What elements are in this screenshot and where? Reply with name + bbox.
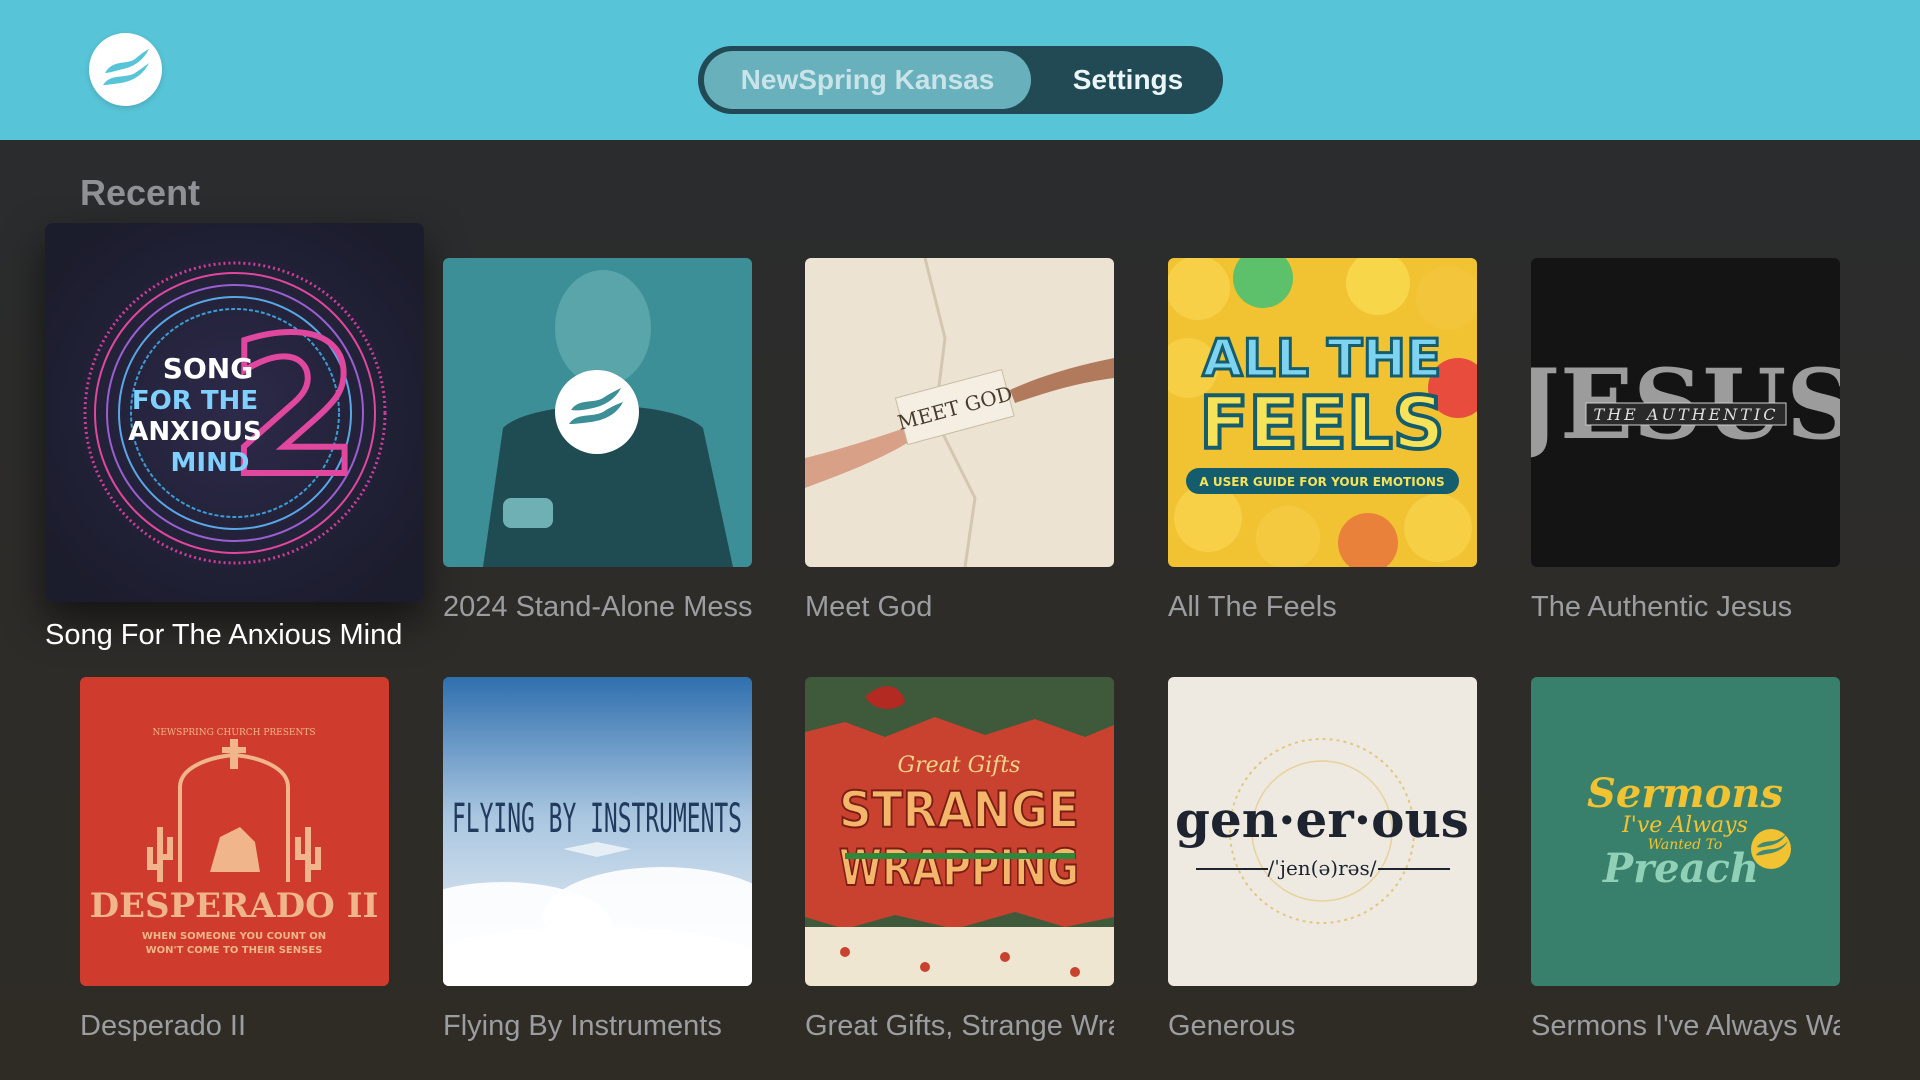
newspring-logo-icon — [555, 370, 639, 454]
series-artwork: 2 SONG FOR THE ANXIOUS MIND — [45, 223, 424, 602]
series-artwork: Great Gifts STRANGE WRAPPING — [805, 677, 1114, 986]
art-line: WRAPPING — [839, 839, 1079, 897]
series-title: Meet God — [805, 591, 933, 623]
top-bar: NewSpring Kansas Settings — [0, 0, 1920, 140]
newspring-logo-icon — [89, 33, 162, 106]
series-title: Sermons I've Always Wanted To Preach — [1531, 1010, 1840, 1042]
art-line: Preach — [1602, 845, 1759, 892]
series-title: 2024 Stand-Alone Messages — [443, 591, 752, 623]
art-line: STRANGE — [839, 781, 1079, 839]
series-artwork: NEWSPRING CHURCH PRESENTS DESPERADO II W… — [80, 677, 389, 986]
series-artwork — [443, 258, 752, 567]
art-line: ALL THE — [1202, 329, 1441, 389]
location-settings-switcher: NewSpring Kansas Settings — [698, 46, 1223, 114]
series-title: All The Feels — [1168, 591, 1337, 623]
art-line: I've Always — [1621, 813, 1748, 838]
series-artwork: FLYING BY INSTRUMENTS — [443, 677, 752, 986]
art-subtitle: WHEN SOMEONE YOU COUNT ON — [142, 931, 326, 942]
art-kicker: NEWSPRING CHURCH PRESENTS — [152, 728, 315, 738]
series-artwork: JESUS THE AUTHENTIC — [1531, 258, 1840, 567]
art-phonetic: /ˈjen(ə)rəs/ — [1268, 856, 1377, 880]
section-title: Recent — [80, 172, 201, 213]
art-line: SONG — [163, 352, 253, 385]
art-line: FEELS — [1199, 381, 1444, 465]
series-title: Great Gifts, Strange Wrapping — [805, 1010, 1114, 1042]
series-artwork: ALL THE FEELS A USER GUIDE FOR YOUR EMOT… — [1168, 258, 1477, 567]
art-line: MIND — [171, 448, 250, 478]
tab-newspring-kansas[interactable]: NewSpring Kansas — [704, 51, 1031, 109]
art-band: THE AUTHENTIC — [1594, 405, 1779, 424]
art-line: Sermons — [1587, 770, 1783, 817]
series-title: Desperado II — [80, 1010, 247, 1042]
series-title: Generous — [1168, 1010, 1296, 1042]
art-line: FOR THE — [132, 386, 258, 416]
tab-settings[interactable]: Settings — [1038, 51, 1218, 109]
series-title: The Authentic Jesus — [1531, 591, 1793, 623]
art-subtitle: WON'T COME TO THEIR SENSES — [146, 945, 323, 956]
series-title: Flying By Instruments — [443, 1010, 722, 1042]
art-script: Great Gifts — [898, 753, 1021, 778]
art-title: FLYING BY INSTRUMENTS — [452, 796, 742, 842]
art-title: DESPERADO II — [90, 886, 379, 926]
series-title: Song For The Anxious Mind — [45, 619, 403, 651]
art-title: gen·er·ous — [1175, 790, 1469, 849]
art-subtitle: A USER GUIDE FOR YOUR EMOTIONS — [1199, 475, 1444, 489]
series-artwork: MEET GOD — [805, 258, 1114, 567]
series-artwork: Sermons I've Always Wanted To Preach — [1531, 677, 1840, 986]
art-line: ANXIOUS — [128, 417, 262, 447]
series-artwork: gen·er·ous /ˈjen(ə)rəs/ — [1168, 677, 1477, 986]
